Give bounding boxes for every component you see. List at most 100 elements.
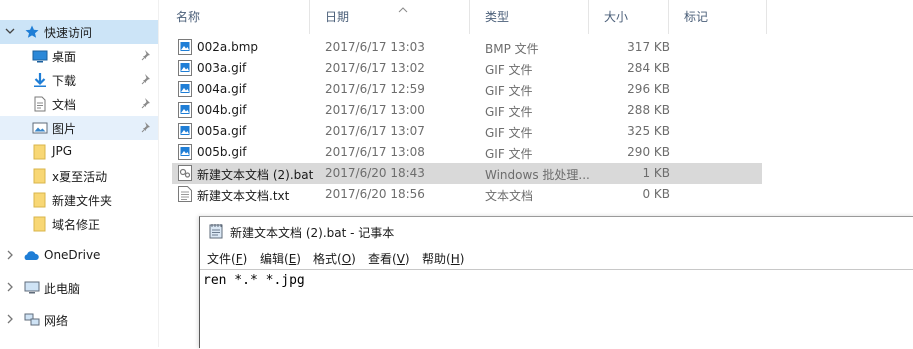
pin-icon[interactable] <box>141 73 153 85</box>
nav-item-new-folder[interactable]: 新建文件夹 <box>0 188 158 212</box>
column-divider[interactable] <box>469 0 470 34</box>
notepad-window[interactable]: 新建文本文档 (2).bat - 记事本 文件(F) 编辑(E) 格式(O) 查… <box>199 216 913 349</box>
nav-item-label: 文档 <box>52 98 77 112</box>
file-row[interactable]: 004a.gif 2017/6/17 12:59 GIF 文件 296 KB <box>172 79 762 100</box>
chevron-down-icon[interactable] <box>3 24 17 38</box>
nav-item-label: JPG <box>52 144 73 158</box>
text-file-icon <box>178 186 192 202</box>
nav-label-onedrive: OneDrive <box>44 248 101 262</box>
nav-item-label: 新建文件夹 <box>52 194 113 208</box>
image-file-icon <box>178 123 192 139</box>
menu-file[interactable]: 文件(F) <box>207 250 247 267</box>
column-divider[interactable] <box>766 0 767 34</box>
image-file-icon <box>178 81 192 97</box>
nav-this-pc[interactable]: 此电脑 <box>0 276 158 300</box>
notepad-text-area[interactable]: ren *.* *.jpg <box>200 269 913 349</box>
navigation-pane: 快速访问 桌面 下载 文档 图片 JPG x夏至活动 新建文件夹 域名修正 On… <box>0 0 159 347</box>
nav-item-label: 下载 <box>52 74 77 88</box>
nav-label-this-pc: 此电脑 <box>44 282 81 296</box>
pin-icon[interactable] <box>141 49 153 61</box>
image-file-icon <box>178 144 192 160</box>
file-name: 002a.bmp <box>197 40 258 54</box>
nav-item-label: 桌面 <box>52 50 77 64</box>
file-size: 325 KB <box>627 124 670 138</box>
file-date: 2017/6/17 13:07 <box>325 124 425 138</box>
notepad-title: 新建文本文档 (2).bat - 记事本 <box>230 226 395 240</box>
column-header-bar: 名称 日期 类型 大小 标记 <box>159 0 913 34</box>
nav-item-domain-fix[interactable]: 域名修正 <box>0 212 158 236</box>
menu-view[interactable]: 查看(V) <box>368 250 410 267</box>
file-type: GIF 文件 <box>485 147 533 161</box>
menu-help[interactable]: 帮助(H) <box>422 250 464 267</box>
file-row[interactable]: 004b.gif 2017/6/17 13:00 GIF 文件 288 KB <box>172 100 762 121</box>
file-type: BMP 文件 <box>485 42 539 56</box>
pin-icon[interactable] <box>141 97 153 109</box>
file-row[interactable]: 005a.gif 2017/6/17 13:07 GIF 文件 325 KB <box>172 121 762 142</box>
download-icon <box>32 72 48 88</box>
column-header-tags[interactable]: 标记 <box>684 0 708 34</box>
file-row[interactable]: 005b.gif 2017/6/17 13:08 GIF 文件 290 KB <box>172 142 762 163</box>
file-type: GIF 文件 <box>485 84 533 98</box>
file-size: 1 KB <box>642 166 670 180</box>
file-name: 005b.gif <box>197 145 247 159</box>
file-date: 2017/6/17 13:08 <box>325 145 425 159</box>
file-date: 2017/6/17 12:59 <box>325 82 425 96</box>
nav-item-jpg[interactable]: JPG <box>0 140 158 164</box>
notepad-menu-bar: 文件(F) 编辑(E) 格式(O) 查看(V) 帮助(H) <box>200 247 913 267</box>
image-file-icon <box>178 60 192 76</box>
file-size: 288 KB <box>627 103 670 117</box>
file-row[interactable]: 003a.gif 2017/6/17 13:02 GIF 文件 284 KB <box>172 58 762 79</box>
computer-icon <box>24 280 40 296</box>
folder-icon <box>32 144 48 160</box>
column-header-name[interactable]: 名称 <box>176 0 200 34</box>
menu-format[interactable]: 格式(O) <box>313 250 356 267</box>
file-row-selected[interactable]: 新建文本文档 (2).bat 2017/6/20 18:43 Windows 批… <box>172 163 762 184</box>
image-file-icon <box>178 102 192 118</box>
nav-onedrive[interactable]: OneDrive <box>0 244 158 268</box>
column-divider[interactable] <box>309 0 310 34</box>
nav-item-label: 域名修正 <box>52 218 101 232</box>
nav-item-downloads[interactable]: 下载 <box>0 68 158 92</box>
nav-label-network: 网络 <box>44 314 69 328</box>
nav-item-documents[interactable]: 文档 <box>0 92 158 116</box>
chevron-right-icon[interactable] <box>3 280 17 294</box>
file-name: 004a.gif <box>197 82 247 96</box>
file-type: GIF 文件 <box>485 63 533 77</box>
file-size: 284 KB <box>627 61 670 75</box>
folder-icon <box>32 168 48 184</box>
nav-network[interactable]: 网络 <box>0 308 158 332</box>
notepad-icon <box>208 223 224 239</box>
nav-item-label: x夏至活动 <box>52 170 108 184</box>
file-type: 文本文档 <box>485 189 534 203</box>
pin-icon[interactable] <box>141 121 153 133</box>
nav-item-label: 图片 <box>52 122 77 136</box>
file-date: 2017/6/17 13:00 <box>325 103 425 117</box>
column-header-date[interactable]: 日期 <box>325 0 349 34</box>
file-name: 004b.gif <box>197 103 247 117</box>
nav-item-desktop[interactable]: 桌面 <box>0 44 158 68</box>
file-row[interactable]: 新建文本文档.txt 2017/6/20 18:56 文本文档 0 KB <box>172 184 762 205</box>
nav-quick-access[interactable]: 快速访问 <box>0 20 158 44</box>
column-divider[interactable] <box>588 0 589 34</box>
menu-edit[interactable]: 编辑(E) <box>260 250 301 267</box>
chevron-right-icon[interactable] <box>3 248 17 262</box>
column-divider[interactable] <box>668 0 669 34</box>
cloud-icon <box>22 248 39 264</box>
nav-label-quick-access: 快速访问 <box>44 26 93 40</box>
nav-item-summer-event[interactable]: x夏至活动 <box>0 164 158 188</box>
file-row[interactable]: 002a.bmp 2017/6/17 13:03 BMP 文件 317 KB <box>172 37 762 58</box>
picture-icon <box>32 120 48 136</box>
notepad-title-bar[interactable]: 新建文本文档 (2).bat - 记事本 <box>200 217 913 245</box>
file-size: 0 KB <box>642 187 670 201</box>
file-type: GIF 文件 <box>485 126 533 140</box>
file-name: 005a.gif <box>197 124 247 138</box>
file-type: Windows 批处理... <box>485 168 590 182</box>
notepad-content: ren *.* *.jpg <box>203 273 305 288</box>
batch-file-icon <box>178 165 192 181</box>
nav-item-pictures[interactable]: 图片 <box>0 116 158 140</box>
desktop-icon <box>32 48 48 64</box>
column-header-size[interactable]: 大小 <box>604 0 628 34</box>
file-size: 317 KB <box>627 40 670 54</box>
chevron-right-icon[interactable] <box>3 312 17 326</box>
column-header-type[interactable]: 类型 <box>485 0 509 34</box>
